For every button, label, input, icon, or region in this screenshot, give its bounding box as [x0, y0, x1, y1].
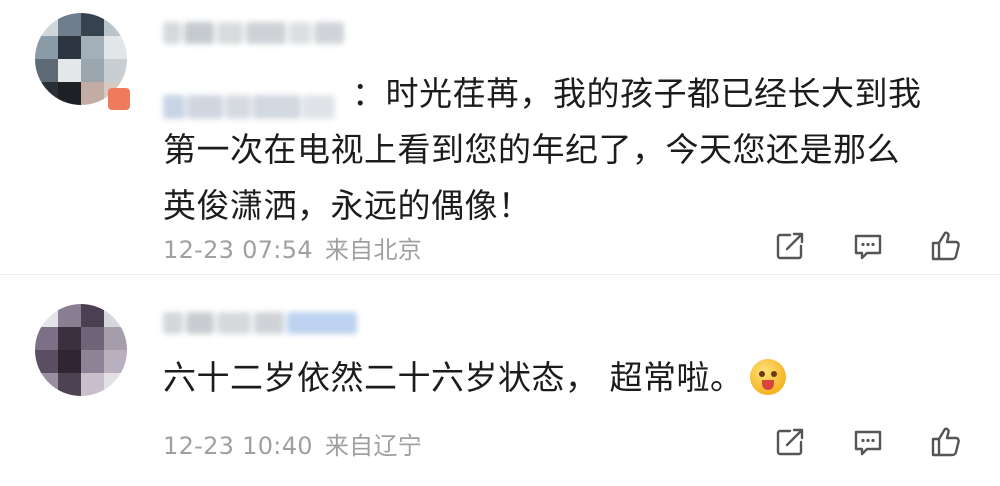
thumbs-up-icon — [931, 427, 960, 457]
comment-meta: 12-23 10:40 来自辽宁 — [163, 426, 422, 461]
divider — [0, 274, 1000, 275]
avatar-badge — [108, 88, 130, 110]
comment-item: 六十二岁依然二十六岁状态， 超常啦。 12-23 10:40 来自辽宁 — [0, 276, 1000, 486]
reply-colon: ： — [352, 74, 386, 113]
share-icon — [776, 428, 804, 456]
comment-button[interactable] — [848, 226, 888, 266]
comment-button[interactable] — [848, 422, 888, 462]
reply-handle-redacted[interactable] — [163, 78, 348, 119]
username-redacted[interactable] — [163, 310, 357, 336]
comment-icon — [854, 430, 882, 456]
location: 来自辽宁 — [324, 432, 423, 460]
comment-text-line2: 第一次在电视上看到您的年纪了，今天您还是那么 — [163, 130, 900, 169]
share-icon — [776, 232, 804, 260]
timestamp: 12-23 10:40 — [163, 432, 313, 460]
thumbs-up-icon — [931, 231, 960, 261]
like-button[interactable] — [926, 226, 966, 266]
comment-text-line1: 六十二岁依然二十六岁状态， 超常啦。 — [163, 358, 744, 397]
comment-text: ：时光荏苒，我的孩子都已经长大到我 第一次在电视上看到您的年纪了，今天您还是那么… — [163, 66, 973, 234]
comment-icon — [854, 234, 882, 260]
comment-text-part: 时光荏苒，我的孩子都已经长大到我 — [385, 74, 922, 113]
comment-meta: 12-23 07:54 来自北京 — [163, 230, 422, 265]
share-button[interactable] — [770, 422, 810, 462]
avatar[interactable] — [35, 304, 127, 396]
tongue-emoji-icon — [749, 358, 786, 395]
like-button[interactable] — [926, 422, 966, 462]
share-button[interactable] — [770, 226, 810, 266]
location: 来自北京 — [324, 236, 423, 264]
comment-text: 六十二岁依然二十六岁状态， 超常啦。 — [163, 350, 973, 406]
timestamp: 12-23 07:54 — [163, 236, 313, 264]
comment-item: ：时光荏苒，我的孩子都已经长大到我 第一次在电视上看到您的年纪了，今天您还是那么… — [0, 0, 1000, 276]
username-redacted[interactable] — [163, 20, 344, 46]
comment-text-line1: ：时光荏苒，我的孩子都已经长大到我 — [163, 66, 973, 122]
